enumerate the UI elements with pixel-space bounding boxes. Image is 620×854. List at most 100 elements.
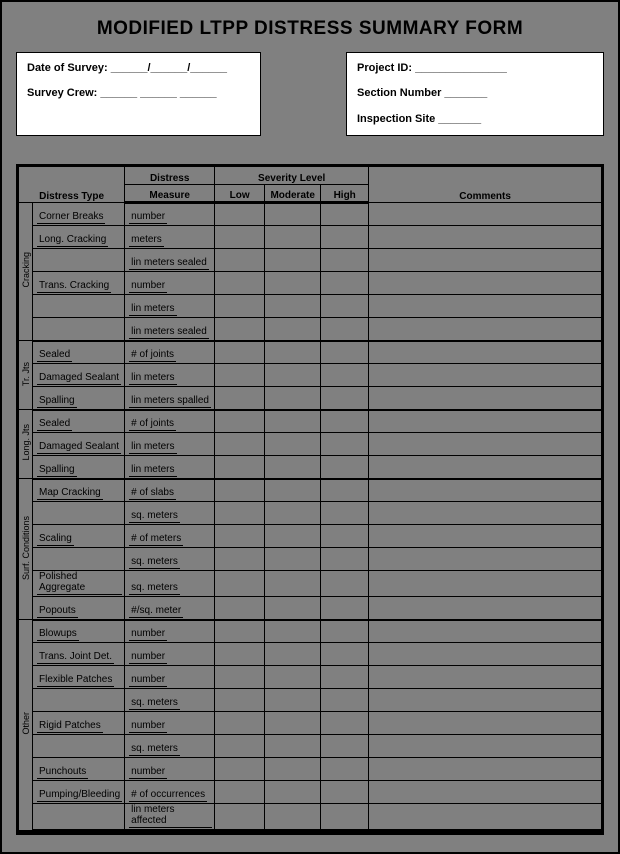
high-cell[interactable] — [321, 341, 369, 364]
low-cell[interactable] — [215, 804, 265, 831]
moderate-cell[interactable] — [265, 643, 321, 666]
low-cell[interactable] — [215, 456, 265, 479]
low-cell[interactable] — [215, 597, 265, 620]
high-cell[interactable] — [321, 597, 369, 620]
comments-cell[interactable] — [369, 410, 602, 433]
moderate-cell[interactable] — [265, 502, 321, 525]
moderate-cell[interactable] — [265, 410, 321, 433]
moderate-cell[interactable] — [265, 712, 321, 735]
moderate-cell[interactable] — [265, 620, 321, 643]
low-cell[interactable] — [215, 525, 265, 548]
high-cell[interactable] — [321, 666, 369, 689]
high-cell[interactable] — [321, 479, 369, 502]
high-cell[interactable] — [321, 712, 369, 735]
moderate-cell[interactable] — [265, 272, 321, 295]
inspection-site-field[interactable]: Inspection Site _______ — [357, 112, 593, 127]
high-cell[interactable] — [321, 364, 369, 387]
moderate-cell[interactable] — [265, 341, 321, 364]
comments-cell[interactable] — [369, 387, 602, 410]
moderate-cell[interactable] — [265, 479, 321, 502]
moderate-cell[interactable] — [265, 597, 321, 620]
low-cell[interactable] — [215, 620, 265, 643]
high-cell[interactable] — [321, 620, 369, 643]
high-cell[interactable] — [321, 203, 369, 226]
moderate-cell[interactable] — [265, 456, 321, 479]
comments-cell[interactable] — [369, 226, 602, 249]
comments-cell[interactable] — [369, 548, 602, 571]
comments-cell[interactable] — [369, 341, 602, 364]
comments-cell[interactable] — [369, 364, 602, 387]
high-cell[interactable] — [321, 387, 369, 410]
comments-cell[interactable] — [369, 318, 602, 341]
high-cell[interactable] — [321, 689, 369, 712]
low-cell[interactable] — [215, 318, 265, 341]
high-cell[interactable] — [321, 502, 369, 525]
high-cell[interactable] — [321, 433, 369, 456]
low-cell[interactable] — [215, 364, 265, 387]
high-cell[interactable] — [321, 249, 369, 272]
comments-cell[interactable] — [369, 571, 602, 597]
high-cell[interactable] — [321, 525, 369, 548]
section-number-field[interactable]: Section Number _______ — [357, 86, 593, 101]
high-cell[interactable] — [321, 571, 369, 597]
high-cell[interactable] — [321, 456, 369, 479]
low-cell[interactable] — [215, 479, 265, 502]
moderate-cell[interactable] — [265, 804, 321, 831]
high-cell[interactable] — [321, 272, 369, 295]
comments-cell[interactable] — [369, 597, 602, 620]
moderate-cell[interactable] — [265, 781, 321, 804]
comments-cell[interactable] — [369, 295, 602, 318]
low-cell[interactable] — [215, 548, 265, 571]
moderate-cell[interactable] — [265, 666, 321, 689]
high-cell[interactable] — [321, 318, 369, 341]
comments-cell[interactable] — [369, 502, 602, 525]
moderate-cell[interactable] — [265, 364, 321, 387]
low-cell[interactable] — [215, 735, 265, 758]
comments-cell[interactable] — [369, 781, 602, 804]
low-cell[interactable] — [215, 203, 265, 226]
comments-cell[interactable] — [369, 525, 602, 548]
comments-cell[interactable] — [369, 249, 602, 272]
moderate-cell[interactable] — [265, 571, 321, 597]
moderate-cell[interactable] — [265, 203, 321, 226]
moderate-cell[interactable] — [265, 387, 321, 410]
high-cell[interactable] — [321, 758, 369, 781]
comments-cell[interactable] — [369, 643, 602, 666]
comments-cell[interactable] — [369, 456, 602, 479]
comments-cell[interactable] — [369, 620, 602, 643]
moderate-cell[interactable] — [265, 433, 321, 456]
low-cell[interactable] — [215, 689, 265, 712]
moderate-cell[interactable] — [265, 525, 321, 548]
low-cell[interactable] — [215, 666, 265, 689]
comments-cell[interactable] — [369, 433, 602, 456]
low-cell[interactable] — [215, 226, 265, 249]
high-cell[interactable] — [321, 295, 369, 318]
comments-cell[interactable] — [369, 804, 602, 831]
low-cell[interactable] — [215, 712, 265, 735]
high-cell[interactable] — [321, 226, 369, 249]
low-cell[interactable] — [215, 502, 265, 525]
high-cell[interactable] — [321, 410, 369, 433]
low-cell[interactable] — [215, 272, 265, 295]
moderate-cell[interactable] — [265, 548, 321, 571]
high-cell[interactable] — [321, 781, 369, 804]
moderate-cell[interactable] — [265, 758, 321, 781]
low-cell[interactable] — [215, 295, 265, 318]
high-cell[interactable] — [321, 643, 369, 666]
project-id-field[interactable]: Project ID: _______________ — [357, 61, 593, 76]
low-cell[interactable] — [215, 758, 265, 781]
comments-cell[interactable] — [369, 689, 602, 712]
comments-cell[interactable] — [369, 479, 602, 502]
comments-cell[interactable] — [369, 272, 602, 295]
moderate-cell[interactable] — [265, 689, 321, 712]
moderate-cell[interactable] — [265, 735, 321, 758]
low-cell[interactable] — [215, 781, 265, 804]
high-cell[interactable] — [321, 735, 369, 758]
survey-crew-field[interactable]: Survey Crew: ______ ______ ______ — [27, 86, 250, 101]
low-cell[interactable] — [215, 341, 265, 364]
comments-cell[interactable] — [369, 735, 602, 758]
moderate-cell[interactable] — [265, 249, 321, 272]
comments-cell[interactable] — [369, 203, 602, 226]
low-cell[interactable] — [215, 410, 265, 433]
moderate-cell[interactable] — [265, 226, 321, 249]
